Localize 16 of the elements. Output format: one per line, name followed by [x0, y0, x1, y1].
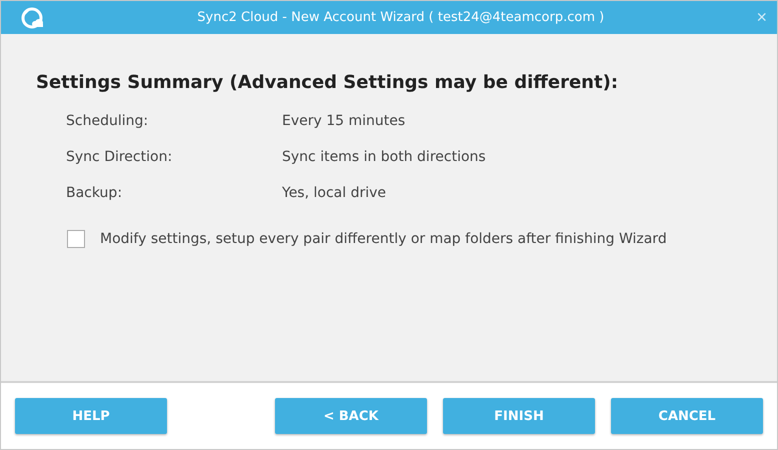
wizard-button[interactable]: CANCEL — [611, 398, 763, 434]
setting-value: Sync items in both directions — [282, 149, 487, 165]
close-button[interactable]: × — [756, 7, 767, 28]
checkbox[interactable] — [67, 230, 85, 248]
setting-label: Backup: — [66, 185, 124, 201]
sync-cloud-icon — [21, 6, 45, 28]
setting-value: Every 15 minutes — [282, 113, 406, 129]
summary-heading: Settings Summary (Advanced Settings may be different): — [36, 72, 620, 93]
wizard-button[interactable]: < BACK — [275, 398, 427, 434]
help-button[interactable]: HELP — [15, 398, 167, 434]
setting-value: Yes, local drive — [282, 185, 388, 201]
wizard-button[interactable]: FINISH — [443, 398, 595, 434]
checkbox-label: Modify settings, setup every pair differently or map folders after finishing Wizard — [100, 231, 667, 247]
setting-label: Scheduling: — [66, 113, 150, 129]
window-title: Sync2 Cloud - New Account Wizard ( test24@4teamcorp.com ) — [196, 10, 606, 25]
setting-label: Sync Direction: — [66, 149, 174, 165]
